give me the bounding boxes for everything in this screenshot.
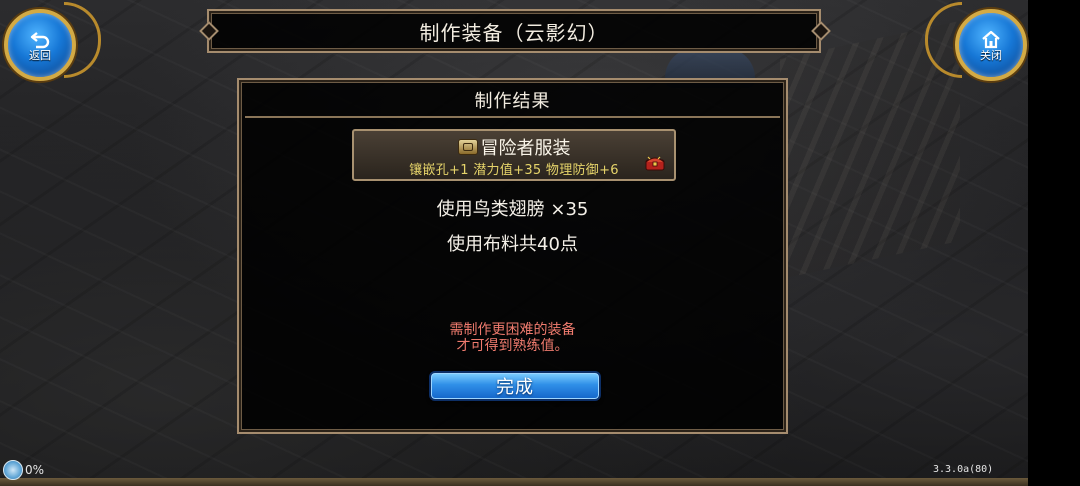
item-name-row: 冒险者服装 bbox=[354, 134, 674, 160]
craft-result-dialog: 制作结果 冒险者服装 镶嵌孔+1 潜力值+35 物理防御+6 使用鸟类翅膀 ×3… bbox=[237, 78, 788, 434]
back-button[interactable]: 返回 bbox=[4, 9, 76, 81]
close-button[interactable]: 关闭 bbox=[955, 9, 1027, 81]
item-stats: 镶嵌孔+1 潜力值+35 物理防御+6 bbox=[409, 163, 619, 178]
game-screen: 返回 关闭 制作装备（云影幻） 制作结果 冒险者服装 镶嵌孔+1 潜力值+35 … bbox=[0, 0, 1080, 486]
screen-edge bbox=[1028, 0, 1080, 486]
page-title: 制作装备（云影幻） bbox=[419, 20, 609, 45]
crafting-title-bar: 制作装备（云影幻） bbox=[207, 9, 821, 53]
treasure-chest-icon bbox=[645, 156, 665, 171]
material-usage-text: 使用鸟类翅膀 ×35 bbox=[436, 199, 589, 220]
clothing-icon bbox=[457, 139, 478, 155]
close-button-label: 关闭 bbox=[980, 48, 1002, 62]
item-name: 冒险者服装 bbox=[480, 138, 571, 159]
home-icon bbox=[982, 30, 1000, 48]
hint-line-2: 才可得到熟练值。 bbox=[456, 338, 569, 354]
network-percent: 0% bbox=[25, 463, 45, 477]
bottom-border bbox=[0, 478, 1028, 486]
proficiency-hint: 需制作更困难的装备 才可得到熟练值。 bbox=[239, 322, 786, 354]
hint-line-1: 需制作更困难的装备 bbox=[449, 322, 576, 338]
dialog-header: 制作结果 bbox=[245, 84, 780, 118]
done-button-label: 完成 bbox=[496, 377, 534, 398]
back-arrow-icon bbox=[30, 31, 50, 48]
network-indicator: 0% bbox=[3, 460, 44, 480]
network-icon bbox=[3, 460, 23, 480]
version-label: 3.3.0a(80) bbox=[933, 464, 994, 475]
dialog-title: 制作结果 bbox=[474, 91, 551, 112]
cloth-usage-text: 使用布料共40点 bbox=[447, 234, 578, 255]
crafted-item-card[interactable]: 冒险者服装 镶嵌孔+1 潜力值+35 物理防御+6 bbox=[352, 129, 676, 181]
done-button[interactable]: 完成 bbox=[429, 371, 601, 401]
back-button-label: 返回 bbox=[29, 48, 51, 62]
